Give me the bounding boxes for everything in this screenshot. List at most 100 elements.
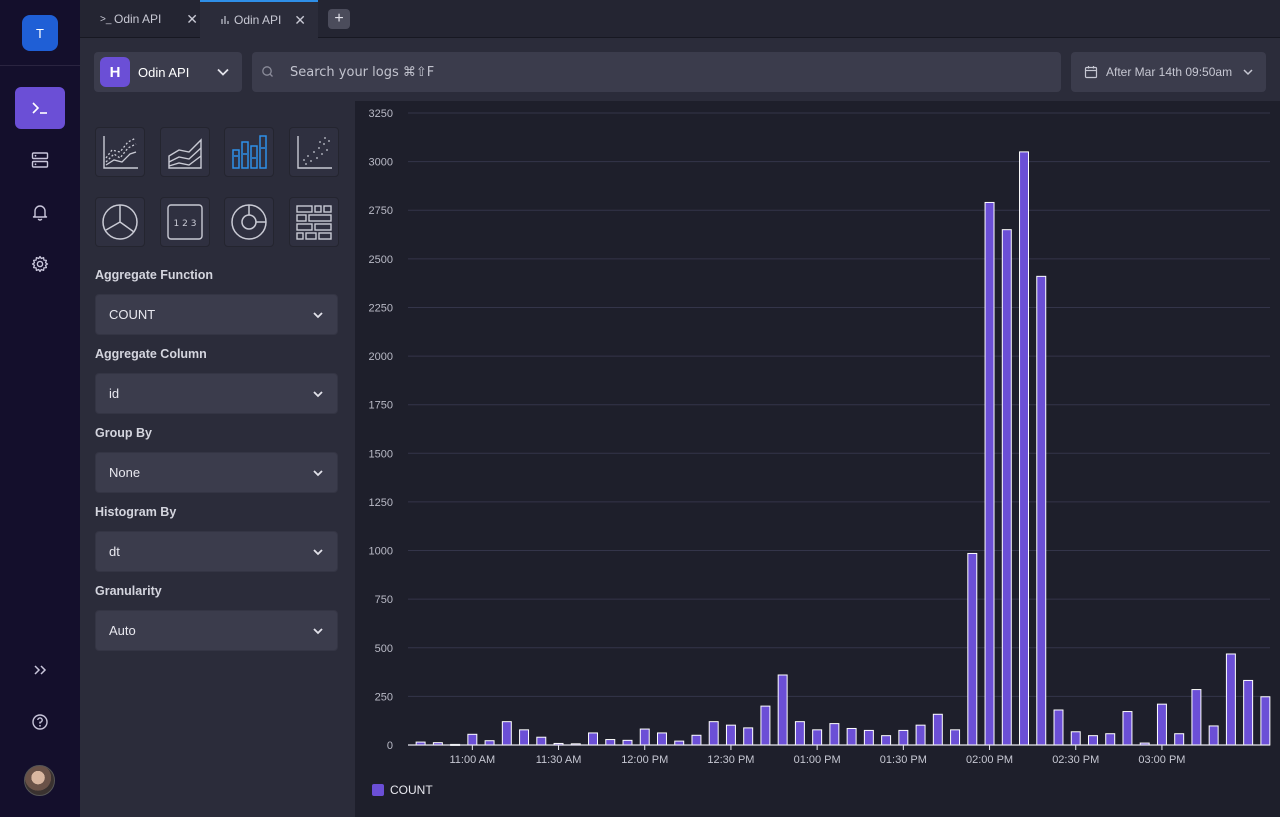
- chart-config-panel: 1 2 3 Aggregate Function COUNT Aggregate…: [80, 101, 355, 817]
- histogram-by-select[interactable]: dt: [95, 531, 338, 572]
- select-value: COUNT: [109, 307, 156, 322]
- bar[interactable]: [656, 732, 667, 746]
- bar[interactable]: [484, 740, 495, 746]
- granularity-select[interactable]: Auto: [95, 610, 338, 651]
- scatter-chart-icon: [297, 136, 332, 169]
- nav-logs-button[interactable]: [15, 87, 65, 129]
- bar[interactable]: [519, 729, 530, 746]
- bar[interactable]: [1208, 725, 1219, 746]
- select-value: None: [109, 465, 141, 480]
- bar[interactable]: [536, 736, 547, 746]
- tab-logs[interactable]: >_ Odin API ✕: [100, 0, 200, 38]
- y-tick-label: 2000: [369, 351, 393, 363]
- bar[interactable]: [743, 727, 754, 746]
- x-tick-label: 03:00 PM: [1138, 754, 1185, 766]
- terminal-icon: [32, 102, 47, 114]
- table-chart-button[interactable]: [289, 197, 339, 247]
- bar[interactable]: [1174, 733, 1185, 746]
- area-chart-button[interactable]: [160, 127, 210, 177]
- nav-sources-button[interactable]: [15, 139, 65, 181]
- bar[interactable]: [1001, 229, 1012, 746]
- bar[interactable]: [1036, 275, 1047, 746]
- group-by-select[interactable]: None: [95, 452, 338, 493]
- search-input[interactable]: [290, 64, 1061, 80]
- aggregate-column-select[interactable]: id: [95, 373, 338, 414]
- bar[interactable]: [794, 721, 805, 746]
- bar[interactable]: [588, 732, 599, 746]
- table-chart-icon: [296, 205, 332, 240]
- bar[interactable]: [1122, 711, 1133, 746]
- number-chart-button[interactable]: 1 2 3: [160, 197, 210, 247]
- bar[interactable]: [1260, 696, 1271, 746]
- bar[interactable]: [760, 705, 771, 746]
- bar[interactable]: [1105, 733, 1116, 746]
- bar[interactable]: [622, 739, 633, 746]
- bar[interactable]: [950, 729, 961, 746]
- bar[interactable]: [1053, 709, 1064, 746]
- chart-legend[interactable]: COUNT: [372, 783, 433, 797]
- bar[interactable]: [1087, 735, 1098, 746]
- avatar[interactable]: [24, 765, 55, 796]
- bar[interactable]: [1225, 653, 1236, 746]
- bar[interactable]: [725, 724, 736, 746]
- x-tick-label: 02:30 PM: [1052, 754, 1099, 766]
- toolbar: H Odin API After Mar 14th 09:50am: [80, 38, 1280, 101]
- bar[interactable]: [932, 713, 943, 746]
- add-tab-button[interactable]: +: [328, 9, 350, 29]
- line-chart-button[interactable]: [95, 127, 145, 177]
- bar[interactable]: [829, 723, 840, 746]
- bar-chart-icon: [232, 135, 267, 169]
- y-tick-label: 1000: [369, 546, 393, 558]
- y-tick-label: 3250: [369, 108, 393, 120]
- close-icon[interactable]: ✕: [186, 11, 198, 28]
- bar[interactable]: [984, 201, 995, 746]
- bar[interactable]: [863, 729, 874, 746]
- source-selector[interactable]: H Odin API: [94, 52, 242, 92]
- bar[interactable]: [898, 729, 909, 746]
- bar[interactable]: [967, 552, 978, 746]
- bar[interactable]: [812, 729, 823, 746]
- bar[interactable]: [777, 674, 788, 746]
- search-bar[interactable]: [252, 52, 1061, 92]
- x-tick-label: 02:00 PM: [966, 754, 1013, 766]
- y-tick-label: 2750: [369, 205, 393, 217]
- bar[interactable]: [1156, 703, 1167, 746]
- source-name: Odin API: [138, 64, 190, 80]
- bar[interactable]: [691, 734, 702, 746]
- pie-chart-button[interactable]: [95, 197, 145, 247]
- chevron-down-icon: [313, 391, 323, 398]
- bar[interactable]: [846, 727, 857, 746]
- legend-label: COUNT: [390, 783, 433, 797]
- scatter-chart-button[interactable]: [289, 127, 339, 177]
- bar[interactable]: [881, 735, 892, 746]
- x-tick-label: 11:30 AM: [536, 754, 582, 766]
- bar[interactable]: [915, 724, 926, 746]
- bar-chart-button[interactable]: [224, 127, 274, 177]
- nav-settings-button[interactable]: [15, 243, 65, 285]
- bar-chart-icon: [221, 16, 229, 24]
- bar[interactable]: [1070, 731, 1081, 746]
- x-tick-label: 12:00 PM: [621, 754, 668, 766]
- chevron-down-icon: [313, 470, 323, 477]
- bar[interactable]: [1191, 689, 1202, 746]
- tab-chart[interactable]: Odin API ✕: [200, 0, 318, 38]
- expand-sidebar-button[interactable]: [15, 649, 65, 691]
- date-range-picker[interactable]: After Mar 14th 09:50am: [1071, 52, 1266, 92]
- bar[interactable]: [708, 721, 719, 746]
- nav-rail: T: [0, 0, 80, 817]
- nav-alerts-button[interactable]: [15, 191, 65, 233]
- bar[interactable]: [467, 733, 478, 746]
- donut-chart-icon: [231, 204, 267, 240]
- bar[interactable]: [501, 721, 512, 746]
- donut-chart-button[interactable]: [224, 197, 274, 247]
- close-icon[interactable]: ✕: [294, 12, 306, 29]
- bar[interactable]: [605, 739, 616, 746]
- bar[interactable]: [1243, 679, 1254, 746]
- team-badge[interactable]: T: [22, 15, 58, 51]
- bar[interactable]: [639, 728, 650, 746]
- aggregate-function-select[interactable]: COUNT: [95, 294, 338, 335]
- x-tick-label: 01:30 PM: [880, 754, 927, 766]
- bar[interactable]: [1019, 151, 1030, 746]
- help-button[interactable]: [15, 701, 65, 743]
- group-by-label: Group By: [95, 426, 152, 440]
